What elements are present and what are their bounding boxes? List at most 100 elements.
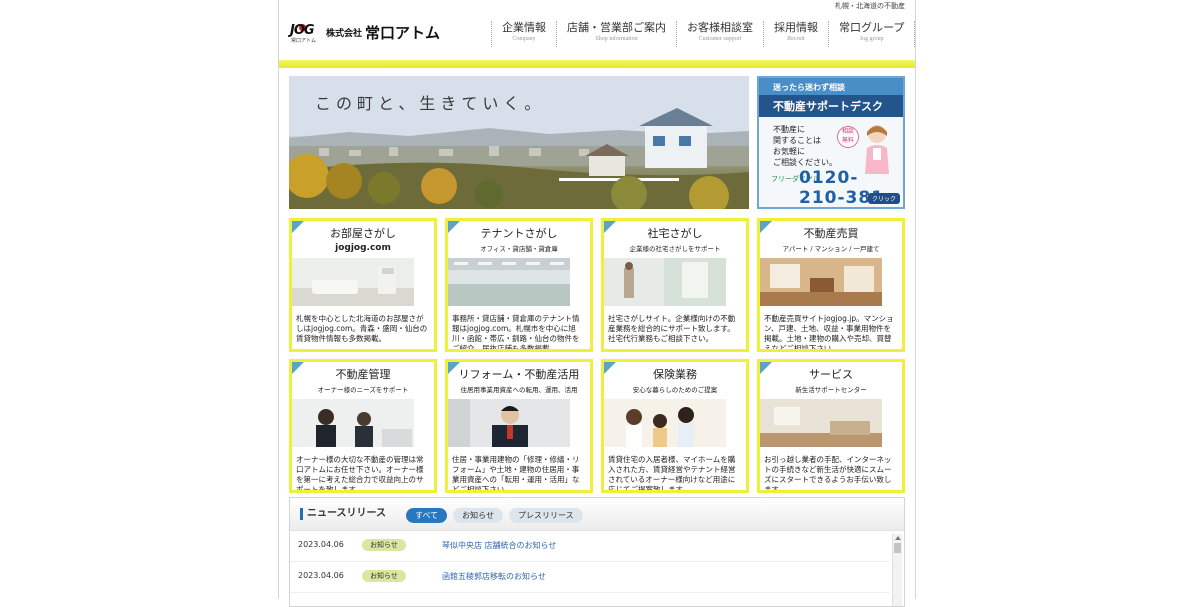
card-property-management[interactable]: 不動産管理 オーナー様のニーズをサポート オーナー様の大切な不動産の管理は常口ア… xyxy=(289,359,437,493)
interior-photo xyxy=(760,258,882,306)
nav-label: 常口グループ xyxy=(839,21,905,34)
card-title: 保険業務 xyxy=(653,368,697,381)
card-reform-utilization[interactable]: リフォーム・不動産活用 住居用事業用資産への転用、運用、活用 住居・事業用建物の… xyxy=(445,359,593,493)
card-description: 住居・事業用建物の「修理・修繕・リフォーム」や土地・建物の住居用・事業用資産への… xyxy=(452,455,580,493)
service-cards: お部屋さがし jogjog.com 札幌を中心とした北海道のお部屋さがしはjog… xyxy=(289,218,905,493)
hero-copy: この町と、生きていく。 xyxy=(315,94,546,113)
card-description: お引っ越し業者の手配、インターネットの手続きなど新生活が快適にスムーズにスタート… xyxy=(764,455,892,493)
news-scrollbar[interactable] xyxy=(892,534,902,606)
office-photo xyxy=(448,258,570,306)
support-text-line: 不動産に xyxy=(773,125,805,134)
card-title: リフォーム・不動産活用 xyxy=(458,368,580,381)
card-title: 社宅さがし xyxy=(647,227,703,240)
company-name: 常口アトム xyxy=(365,24,441,42)
housing-photo xyxy=(604,258,726,306)
badge-line: 無料 xyxy=(841,137,854,144)
news-category-badge: お知らせ xyxy=(362,539,406,551)
nav-sublabel: Company xyxy=(512,36,536,42)
card-corner-mark xyxy=(448,221,460,233)
support-staff-illustration xyxy=(865,125,889,174)
nav-customer-support[interactable]: お客様相談室 Customer support xyxy=(676,21,763,47)
card-description: 社宅さがしサイト。企業様向けの不動産業務を総合的にサポート致します。社宅代行業務… xyxy=(608,314,736,343)
news-date: 2023.04.06 xyxy=(298,540,344,549)
card-subtitle: 企業様の社宅さがしをサポート xyxy=(629,245,721,253)
jog-logo[interactable]: JOG 常口アトム xyxy=(290,23,318,45)
news-tabs: すべて お知らせ プレスリリース xyxy=(406,508,583,523)
card-title: お部屋さがし xyxy=(330,227,396,240)
nav-jog-group[interactable]: 常口グループ Jog group xyxy=(828,21,916,47)
company-prefix: 株式会社 xyxy=(326,29,363,39)
card-corner-mark xyxy=(448,362,460,374)
hero-banner: この町と、生きていく。 xyxy=(289,76,749,209)
card-corner-mark xyxy=(604,221,616,233)
card-corner-mark xyxy=(292,362,304,374)
free-consultation-badge: 相談 無料 xyxy=(837,126,859,148)
jog-logo-text: JOG xyxy=(290,23,315,38)
card-description: 不動産売買サイトjogjog.jp。マンション、戸建、土地、収益・事業用物件を掲… xyxy=(764,314,894,352)
header-divider xyxy=(279,60,915,68)
card-subtitle: jogjog.com xyxy=(335,243,391,253)
card-description: オーナー様の大切な不動産の管理は常口アトムにお任せ下さい。オーナー様を第一に考え… xyxy=(296,455,424,493)
scroll-thumb[interactable] xyxy=(894,543,901,553)
card-description: 賃貸住宅の入居者様、マイホームを購入された方、賃貸経営やテナント経営されているオ… xyxy=(608,455,736,493)
nav-shop-information[interactable]: 店舗・営業部ご案内 Shop information xyxy=(556,21,676,47)
nav-sublabel: Shop information xyxy=(595,36,638,42)
card-title: 不動産売買 xyxy=(803,227,859,240)
page-frame: 札幌・北海道の不動産 JOG 常口アトム 株式会社 常口アトム 企業情報 Comp… xyxy=(278,0,916,607)
nav-label: お客様相談室 xyxy=(687,21,753,34)
card-tenant-search[interactable]: テナントさがし オフィス・貸店舗・貸倉庫 事務所・貸店舗・貸倉庫のテナント情報は… xyxy=(445,218,593,352)
news-title: ニュースリリース xyxy=(300,508,386,520)
badge-line: 相談 xyxy=(841,128,854,135)
support-text: 不動産に 関することは お気軽に ご相談ください。 xyxy=(773,124,837,168)
card-corner-mark xyxy=(604,362,616,374)
card-title: テナントさがし xyxy=(480,227,558,240)
card-description: 札幌を中心とした北海道のお部屋さがしはjogjog.com。青森・盛岡・仙台の賃… xyxy=(296,314,428,343)
family-photo xyxy=(604,399,726,447)
jog-logo-subtext: 常口アトム xyxy=(291,38,317,44)
tab-press-release[interactable]: プレスリリース xyxy=(508,508,583,523)
call-center-photo xyxy=(292,399,414,447)
nav-company[interactable]: 企業情報 Company xyxy=(491,21,556,47)
card-corner-mark xyxy=(760,362,772,374)
support-text-line: 関することは xyxy=(773,136,821,145)
news-item: 2023.04.06 お知らせ 函館五稜郭店移転のお知らせ xyxy=(290,562,890,593)
room-photo xyxy=(292,258,414,306)
card-title: 不動産管理 xyxy=(335,368,391,381)
card-subtitle: 住居用事業用資産への転用、運用、活用 xyxy=(460,386,578,394)
card-real-estate-trading[interactable]: 不動産売買 アパート / マンション / 一戸建て 不動産売買サイトjogjog… xyxy=(757,218,905,352)
click-button[interactable]: クリック xyxy=(867,193,900,204)
support-text-line: お気軽に xyxy=(773,147,805,156)
card-room-search[interactable]: お部屋さがし jogjog.com 札幌を中心とした北海道のお部屋さがしはjog… xyxy=(289,218,437,352)
news-item: 2023.04.06 お知らせ 琴似中央店 店舗統合のお知らせ xyxy=(290,531,890,562)
tab-all[interactable]: すべて xyxy=(406,508,448,523)
nav-sublabel: Customer support xyxy=(698,36,742,42)
card-insurance[interactable]: 保険業務 安心な暮らしのためのご提案 賃貸住宅の入居者様、マイホームを購入された… xyxy=(601,359,749,493)
company-logo[interactable]: 株式会社 常口アトム xyxy=(326,22,440,43)
nav-recruit[interactable]: 採用情報 Recruit xyxy=(763,21,828,47)
card-title: サービス xyxy=(809,368,853,381)
news-link[interactable]: 琴似中央店 店舗統合のお知らせ xyxy=(442,540,556,551)
card-corner-mark xyxy=(760,221,772,233)
news-release: ニュースリリース すべて お知らせ プレスリリース 2023.04.06 お知ら… xyxy=(289,497,905,607)
living-room-photo xyxy=(760,399,882,447)
support-desk-banner[interactable]: 迷ったら迷わず相談 不動産サポートデスク 不動産に 関することは お気軽に ご相… xyxy=(757,76,905,209)
tab-notice[interactable]: お知らせ xyxy=(453,508,503,523)
card-subtitle: アパート / マンション / 一戸建て xyxy=(782,245,880,253)
consultant-photo xyxy=(448,399,570,447)
support-text-line: ご相談ください。 xyxy=(773,158,837,167)
news-date: 2023.04.06 xyxy=(298,571,344,580)
card-description: 事務所・貸店舗・貸倉庫のテナント情報はjogjog.com。札幌市を中心に旭川・… xyxy=(452,314,580,352)
news-link[interactable]: 函館五稜郭店移転のお知らせ xyxy=(442,571,546,582)
card-corner-mark xyxy=(292,221,304,233)
card-company-housing[interactable]: 社宅さがし 企業様の社宅さがしをサポート 社宅さがしサイト。企業様向けの不動産業… xyxy=(601,218,749,352)
global-nav: 企業情報 Company 店舗・営業部ご案内 Shop information … xyxy=(491,21,916,55)
news-list: 2023.04.06 お知らせ 琴似中央店 店舗統合のお知らせ 2023.04.… xyxy=(290,531,890,593)
card-subtitle: オフィス・貸店舗・貸倉庫 xyxy=(480,245,558,253)
nav-label: 採用情報 xyxy=(774,21,818,34)
nav-sublabel: Jog group xyxy=(859,36,884,42)
nav-label: 企業情報 xyxy=(502,21,546,34)
header: JOG 常口アトム 株式会社 常口アトム 企業情報 Company 店舗・営業部ご… xyxy=(279,10,916,62)
scroll-up-arrow-icon[interactable] xyxy=(894,536,901,540)
support-title: 不動産サポートデスク xyxy=(759,95,903,117)
card-service[interactable]: サービス 新生活サポートセンター お引っ越し業者の手配、インターネットの手続きな… xyxy=(757,359,905,493)
